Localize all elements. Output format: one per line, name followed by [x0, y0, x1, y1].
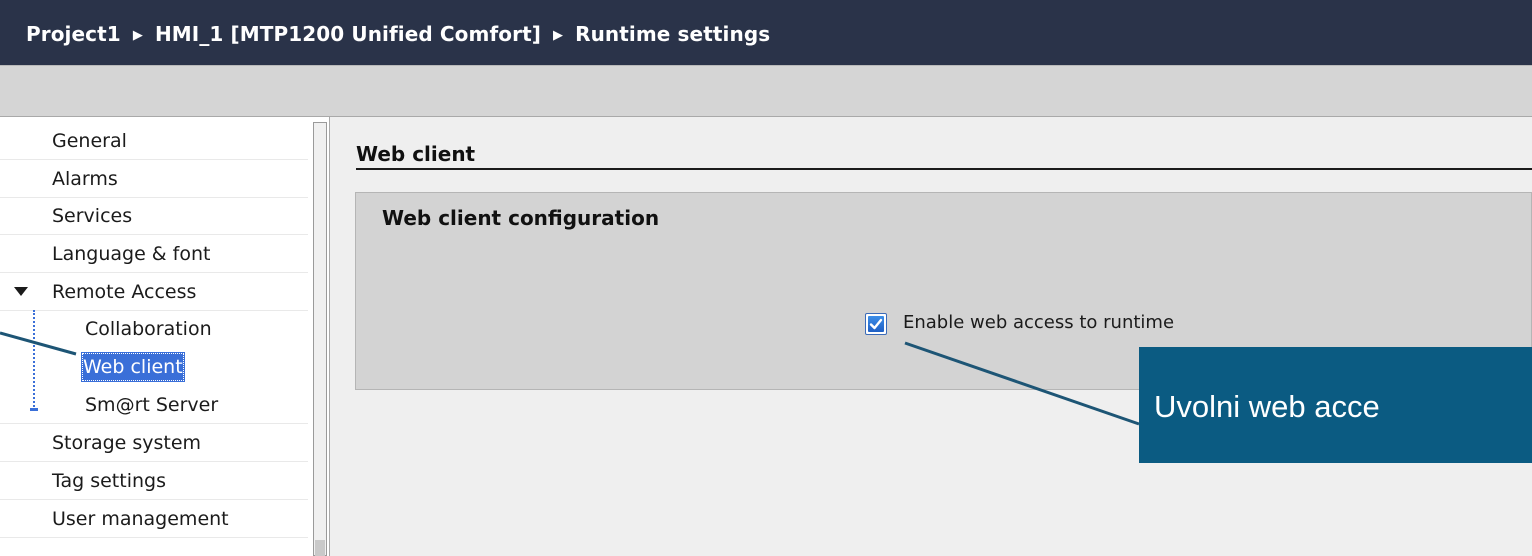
- annotation-callout: Uvolni web acce: [1139, 347, 1532, 463]
- leader-line-checkbox: [904, 341, 1140, 426]
- leader-line-web-client: [0, 331, 77, 356]
- annotation-leader-lines: [0, 331, 1140, 426]
- callout-text: Uvolni web acce: [1154, 389, 1380, 424]
